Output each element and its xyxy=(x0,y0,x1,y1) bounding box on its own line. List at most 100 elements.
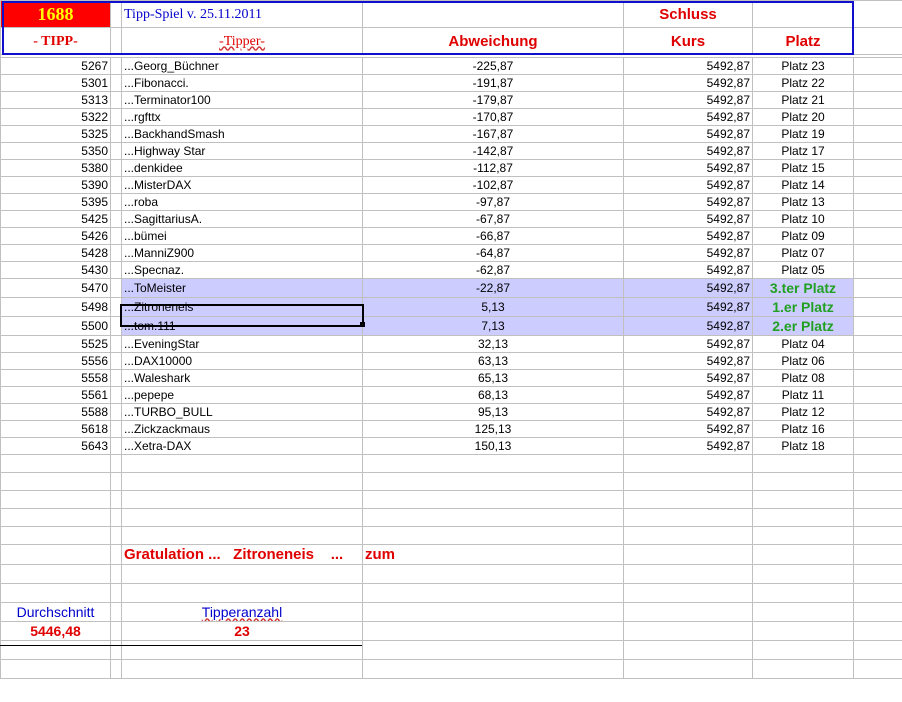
tipp-cell[interactable]: 5350 xyxy=(0,142,111,160)
cell[interactable] xyxy=(110,472,122,491)
tipp-cell[interactable]: 5301 xyxy=(0,74,111,92)
tipper-cell[interactable]: ...rgfttx xyxy=(121,108,363,126)
cell[interactable] xyxy=(0,454,111,473)
cell[interactable] xyxy=(121,564,363,584)
cell[interactable] xyxy=(853,27,902,55)
tipp-cell[interactable]: 5498 xyxy=(0,297,111,317)
tipp-header[interactable]: - TIPP- xyxy=(0,27,111,55)
cell[interactable] xyxy=(110,210,122,228)
cell[interactable] xyxy=(853,420,902,438)
tipper-cell[interactable]: ...Specnaz. xyxy=(121,261,363,279)
cell[interactable] xyxy=(853,640,902,660)
tipper-cell[interactable]: ...Zitroneneis xyxy=(121,297,363,317)
abweichung-cell[interactable]: 150,13 xyxy=(362,437,624,455)
cell[interactable] xyxy=(121,640,363,660)
tipper-cell[interactable]: ...SagittariusA. xyxy=(121,210,363,228)
tipp-cell[interactable]: 5395 xyxy=(0,193,111,211)
cell[interactable] xyxy=(752,526,854,545)
cell[interactable] xyxy=(110,526,122,545)
cell[interactable] xyxy=(110,659,122,679)
cell[interactable] xyxy=(0,640,111,660)
cell[interactable] xyxy=(362,621,624,641)
platz-cell[interactable]: Platz 06 xyxy=(752,352,854,370)
tipper-cell[interactable]: ...Xetra-DAX xyxy=(121,437,363,455)
cell[interactable] xyxy=(110,57,122,75)
cell[interactable] xyxy=(623,659,753,679)
cell[interactable] xyxy=(362,640,624,660)
cell[interactable] xyxy=(362,602,624,622)
cell[interactable] xyxy=(110,454,122,473)
cell[interactable] xyxy=(121,490,363,509)
abweichung-header[interactable]: Abweichung xyxy=(362,27,624,55)
kurs-cell[interactable]: 5492,87 xyxy=(623,386,753,404)
platz-cell[interactable]: Platz 08 xyxy=(752,369,854,387)
cell[interactable] xyxy=(121,454,363,473)
tipp-cell[interactable]: 5428 xyxy=(0,244,111,262)
cell[interactable] xyxy=(0,526,111,545)
cell[interactable] xyxy=(853,108,902,126)
cell[interactable] xyxy=(853,0,902,28)
cell[interactable] xyxy=(853,159,902,177)
cell[interactable] xyxy=(623,640,753,660)
cell[interactable] xyxy=(853,490,902,509)
cell[interactable] xyxy=(362,0,624,28)
cell[interactable] xyxy=(752,583,854,603)
cell[interactable] xyxy=(853,386,902,404)
abweichung-cell[interactable]: -170,87 xyxy=(362,108,624,126)
cell[interactable] xyxy=(121,472,363,491)
cell[interactable] xyxy=(752,544,854,565)
platz-cell[interactable]: Platz 19 xyxy=(752,125,854,143)
cell[interactable] xyxy=(110,176,122,194)
abweichung-cell[interactable]: -102,87 xyxy=(362,176,624,194)
abweichung-cell[interactable]: -142,87 xyxy=(362,142,624,160)
cell[interactable] xyxy=(853,142,902,160)
tipper-cell[interactable]: ...ToMeister xyxy=(121,278,363,298)
cell[interactable] xyxy=(110,159,122,177)
cell[interactable] xyxy=(853,564,902,584)
kurs-cell[interactable]: 5492,87 xyxy=(623,125,753,143)
kurs-cell[interactable]: 5492,87 xyxy=(623,369,753,387)
platz-cell[interactable]: Platz 09 xyxy=(752,227,854,245)
average-label[interactable]: Durchschnitt xyxy=(0,602,111,622)
tipp-cell[interactable]: 5322 xyxy=(0,108,111,126)
cell[interactable] xyxy=(362,490,624,509)
tipper-cell[interactable]: ...Highway Star xyxy=(121,142,363,160)
tipper-cell[interactable]: ...Terminator100 xyxy=(121,91,363,109)
cell[interactable] xyxy=(623,526,753,545)
kurs-cell[interactable]: 5492,87 xyxy=(623,227,753,245)
tipp-cell[interactable]: 5380 xyxy=(0,159,111,177)
fill-handle[interactable] xyxy=(360,322,365,327)
cell[interactable] xyxy=(752,564,854,584)
tipper-cell[interactable]: ...Fibonacci. xyxy=(121,74,363,92)
cell[interactable] xyxy=(853,335,902,353)
cell[interactable] xyxy=(362,659,624,679)
cell[interactable] xyxy=(623,508,753,527)
cell[interactable] xyxy=(853,193,902,211)
abweichung-cell[interactable]: -225,87 xyxy=(362,57,624,75)
cell[interactable] xyxy=(853,472,902,491)
abweichung-cell[interactable]: -67,87 xyxy=(362,210,624,228)
tipp-cell[interactable]: 5430 xyxy=(0,261,111,279)
tipper-cell[interactable]: ...Waleshark xyxy=(121,369,363,387)
cell[interactable] xyxy=(110,125,122,143)
abweichung-cell[interactable]: 125,13 xyxy=(362,420,624,438)
tipper-header[interactable]: -Tipper- xyxy=(121,27,363,55)
cell[interactable] xyxy=(853,297,902,317)
cell[interactable] xyxy=(853,454,902,473)
cell[interactable] xyxy=(110,193,122,211)
platz-cell[interactable]: Platz 22 xyxy=(752,74,854,92)
platz-cell[interactable]: Platz 13 xyxy=(752,193,854,211)
cell[interactable] xyxy=(752,454,854,473)
abweichung-cell[interactable]: -66,87 xyxy=(362,227,624,245)
abweichung-cell[interactable]: 95,13 xyxy=(362,403,624,421)
cell[interactable] xyxy=(110,335,122,353)
kurs-cell[interactable]: 5492,87 xyxy=(623,437,753,455)
tipper-cell[interactable]: ...tom.111 xyxy=(121,316,363,336)
cell[interactable] xyxy=(362,564,624,584)
tipper-cell[interactable]: ...pepepe xyxy=(121,386,363,404)
cell[interactable] xyxy=(853,74,902,92)
cell[interactable] xyxy=(110,437,122,455)
cell[interactable] xyxy=(362,508,624,527)
tipper-cell[interactable]: ...MisterDAX xyxy=(121,176,363,194)
tipp-cell[interactable]: 5267 xyxy=(0,57,111,75)
